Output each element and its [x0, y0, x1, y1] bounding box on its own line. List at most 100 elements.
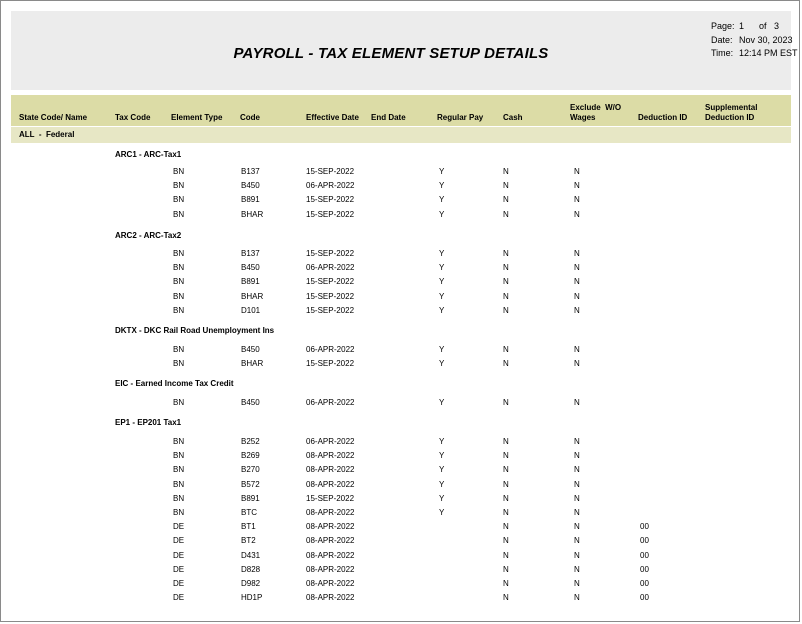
- cell-type: BN: [173, 465, 185, 474]
- page-of-label: of: [759, 21, 767, 31]
- cell-type: BN: [173, 292, 185, 301]
- cell-code: B450: [241, 181, 260, 190]
- cell-cash: N: [503, 494, 509, 503]
- col-supplemental: Supplemental: [705, 103, 758, 112]
- cell-reg: Y: [439, 508, 445, 517]
- cell-reg: Y: [439, 480, 445, 489]
- cell-eff: 15-SEP-2022: [306, 210, 355, 219]
- cell-reg: Y: [439, 451, 445, 460]
- cell-type: DE: [173, 522, 185, 531]
- cell-cash: N: [503, 167, 509, 176]
- cell-exc: N: [574, 359, 580, 368]
- col-effective-date: Effective Date: [306, 113, 359, 122]
- cell-eff: 08-APR-2022: [306, 522, 355, 531]
- cell-code: D101: [241, 306, 261, 315]
- cell-eff: 15-SEP-2022: [306, 494, 355, 503]
- cell-reg: Y: [439, 167, 445, 176]
- cell-cash: N: [503, 195, 509, 204]
- page-total: 3: [774, 21, 780, 31]
- time-label: Time:: [711, 48, 734, 58]
- section-title: EIC - Earned Income Tax Credit: [115, 379, 234, 388]
- cell-cash: N: [503, 398, 509, 407]
- cell-type: DE: [173, 536, 185, 545]
- cell-cash: N: [503, 565, 509, 574]
- cell-type: BN: [173, 451, 185, 460]
- cell-cash: N: [503, 522, 509, 531]
- cell-exc: N: [574, 480, 580, 489]
- cell-type: BN: [173, 249, 185, 258]
- cell-cash: N: [503, 292, 509, 301]
- cell-cash: N: [503, 593, 509, 602]
- cell-code: B252: [241, 437, 260, 446]
- cell-code: B450: [241, 345, 260, 354]
- cell-eff: 06-APR-2022: [306, 345, 355, 354]
- cell-code: B891: [241, 494, 260, 503]
- cell-ded: 00: [640, 579, 649, 588]
- cell-reg: Y: [439, 181, 445, 190]
- cell-type: BN: [173, 398, 185, 407]
- col-cash: Cash: [503, 113, 523, 122]
- cell-code: BTC: [241, 508, 257, 517]
- cell-reg: Y: [439, 306, 445, 315]
- cell-code: B450: [241, 263, 260, 272]
- cell-cash: N: [503, 181, 509, 190]
- cell-cash: N: [503, 277, 509, 286]
- cell-cash: N: [503, 480, 509, 489]
- col-deduction-id: Deduction ID: [638, 113, 688, 122]
- cell-eff: 08-APR-2022: [306, 579, 355, 588]
- cell-exc: N: [574, 263, 580, 272]
- cell-exc: N: [574, 249, 580, 258]
- section-title: ARC2 - ARC-Tax2: [115, 231, 182, 240]
- cell-eff: 15-SEP-2022: [306, 359, 355, 368]
- cell-exc: N: [574, 195, 580, 204]
- cell-code: BHAR: [241, 210, 264, 219]
- col-state: State Code/ Name: [19, 113, 88, 122]
- cell-type: BN: [173, 306, 185, 315]
- cell-ded: 00: [640, 536, 649, 545]
- cell-exc: N: [574, 579, 580, 588]
- cell-code: BT2: [241, 536, 256, 545]
- cell-reg: Y: [439, 345, 445, 354]
- cell-eff: 08-APR-2022: [306, 508, 355, 517]
- cell-cash: N: [503, 451, 509, 460]
- cell-exc: N: [574, 494, 580, 503]
- page-number: 1: [739, 21, 745, 31]
- cell-eff: 06-APR-2022: [306, 398, 355, 407]
- cell-reg: Y: [439, 494, 445, 503]
- cell-type: BN: [173, 437, 185, 446]
- cell-exc: N: [574, 437, 580, 446]
- cell-type: BN: [173, 210, 185, 219]
- cell-type: BN: [173, 345, 185, 354]
- cell-reg: Y: [439, 465, 445, 474]
- time-info: Time: 12:14 PM EST: [711, 48, 798, 58]
- page-info: Page: 1 of 3: [711, 21, 779, 31]
- cell-code: D828: [241, 565, 261, 574]
- cell-eff: 15-SEP-2022: [306, 277, 355, 286]
- cell-exc: N: [574, 536, 580, 545]
- cell-cash: N: [503, 579, 509, 588]
- cell-exc: N: [574, 593, 580, 602]
- cell-reg: Y: [439, 437, 445, 446]
- cell-code: B572: [241, 480, 260, 489]
- report-header: PAYROLL - TAX ELEMENT SETUP DETAILS Page…: [11, 11, 798, 90]
- cell-eff: 15-SEP-2022: [306, 306, 355, 315]
- cell-exc: N: [574, 451, 580, 460]
- cell-eff: 15-SEP-2022: [306, 167, 355, 176]
- cell-cash: N: [503, 536, 509, 545]
- cell-reg: Y: [439, 263, 445, 272]
- cell-eff: 08-APR-2022: [306, 536, 355, 545]
- col-end-date: End Date: [371, 113, 406, 122]
- cell-type: BN: [173, 181, 185, 190]
- cell-cash: N: [503, 551, 509, 560]
- cell-type: BN: [173, 263, 185, 272]
- col-supplemental-deduction-id: Deduction ID: [705, 113, 755, 122]
- cell-exc: N: [574, 522, 580, 531]
- cell-type: DE: [173, 565, 185, 574]
- cell-code: BHAR: [241, 292, 264, 301]
- cell-exc: N: [574, 210, 580, 219]
- cell-eff: 08-APR-2022: [306, 480, 355, 489]
- page-label: Page:: [711, 21, 735, 31]
- cell-exc: N: [574, 345, 580, 354]
- group-label: ALL - Federal: [19, 130, 75, 139]
- cell-type: DE: [173, 579, 185, 588]
